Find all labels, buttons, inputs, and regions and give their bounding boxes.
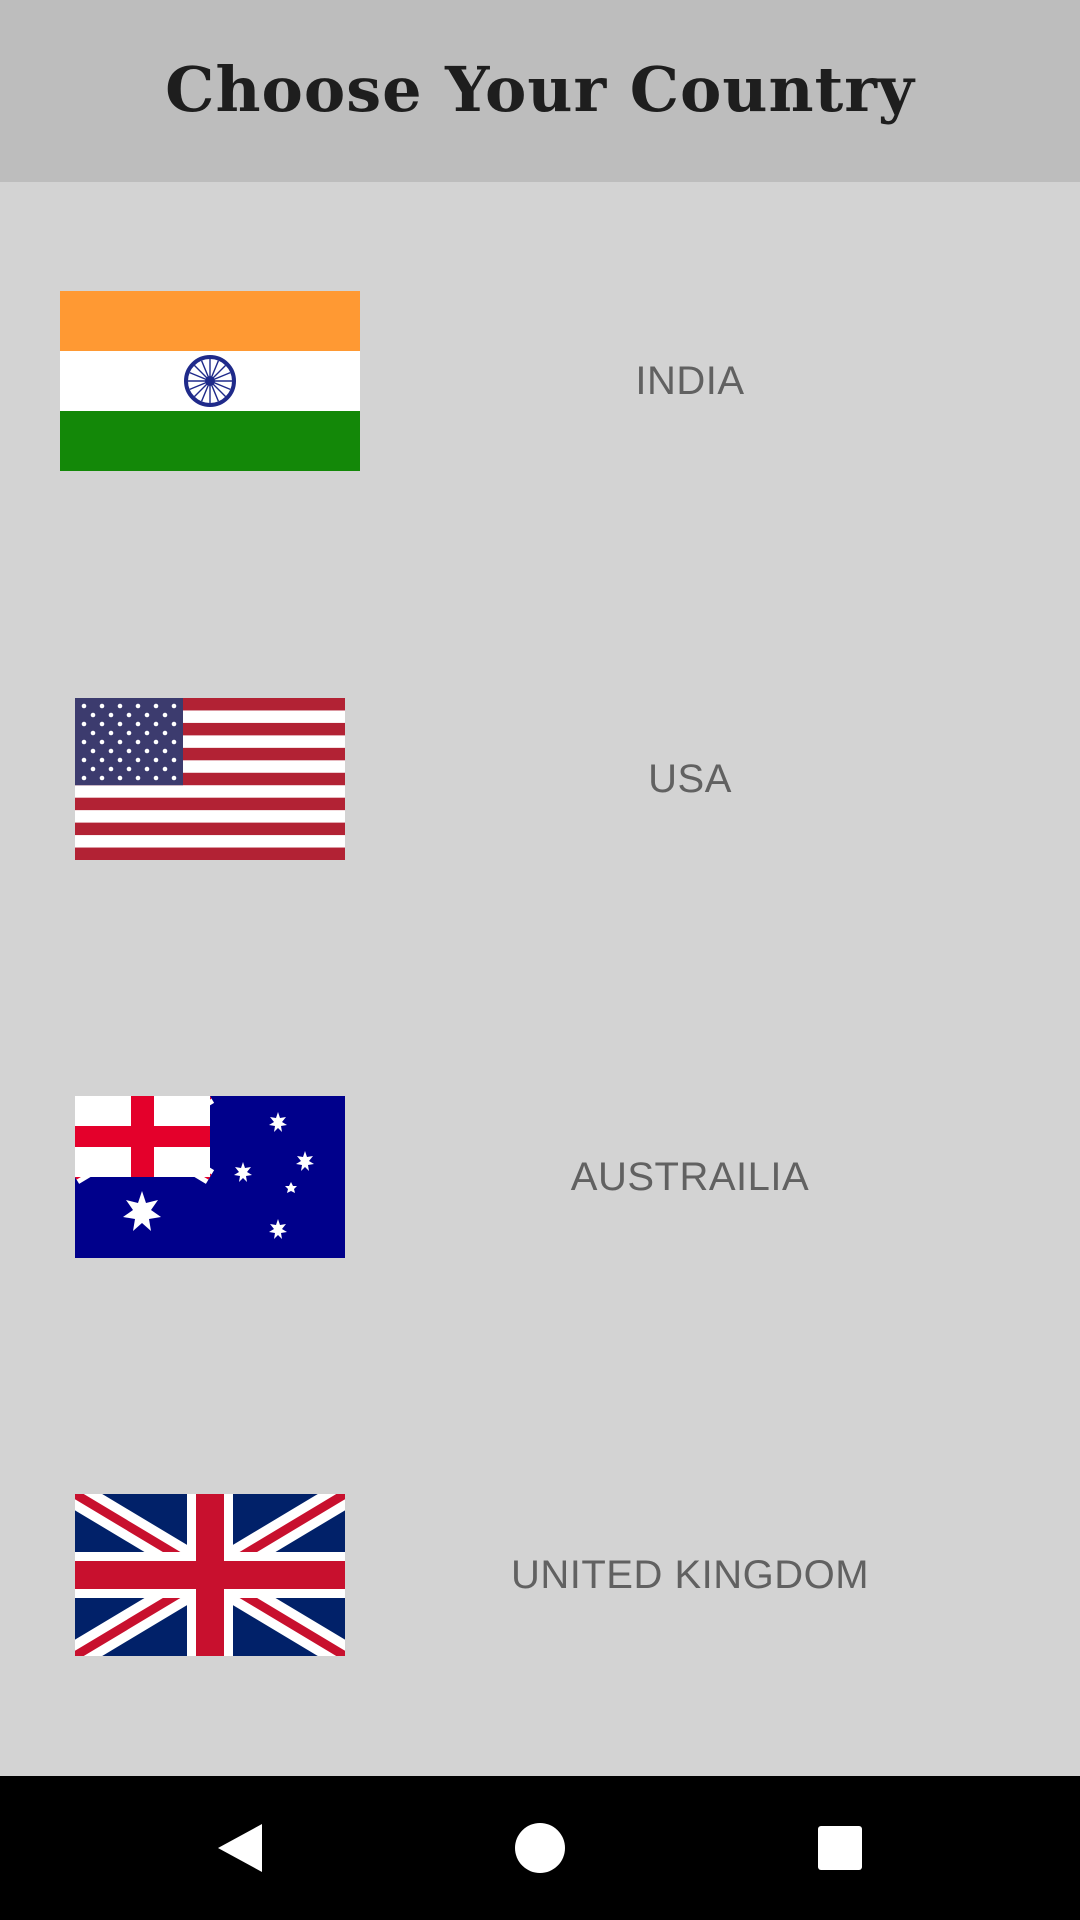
back-triangle-icon[interactable] [190,1798,290,1898]
india-flag-icon [60,291,360,471]
australia-flag-icon [75,1096,345,1258]
uk-flag-icon [75,1494,345,1656]
country-name: USA [648,756,732,801]
system-nav-bar [0,1776,1080,1920]
country-name: UNITED KINGDOM [510,1552,870,1597]
country-item-india[interactable]: INDIA [0,182,1080,580]
page-title: Choose Your Country [165,53,915,126]
country-item-usa[interactable]: USA [0,580,1080,978]
country-name: AUSTRAILIA [570,1154,810,1199]
home-circle-icon[interactable] [490,1798,590,1898]
recents-square-icon[interactable] [790,1798,890,1898]
country-item-australia[interactable]: AUSTRAILIA [0,978,1080,1376]
app-bar: Choose Your Country [0,0,1080,182]
country-name: INDIA [635,358,745,403]
country-item-united-kingdom[interactable]: UNITED KINGDOM [0,1376,1080,1774]
usa-flag-icon [75,698,345,860]
